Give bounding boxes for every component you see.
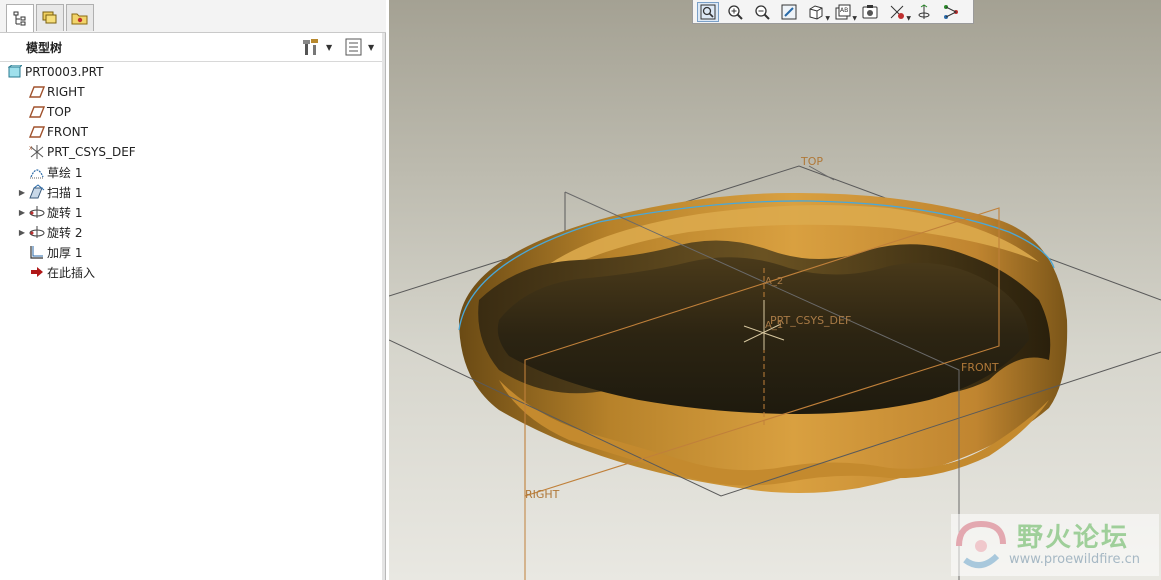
chevron-down-icon: ▼ <box>906 14 911 22</box>
right-plane-label[interactable]: RIGHT <box>525 488 559 501</box>
tree-item-revolve-2[interactable]: ▶ 旋转 2 <box>6 222 382 242</box>
panel-splitter[interactable] <box>382 33 385 580</box>
chevron-down-icon: ▼ <box>368 42 375 52</box>
axis-a1-label[interactable]: A_1 <box>765 320 783 331</box>
display-style-icon <box>862 4 878 18</box>
tree-columns-menu[interactable]: ▼ <box>344 36 374 58</box>
expand-arrow-icon[interactable]: ▶ <box>16 222 28 242</box>
sketch-icon <box>28 164 46 180</box>
model-scene <box>389 165 1161 580</box>
zoom-out-button[interactable] <box>751 2 773 22</box>
watermark-title: 野火论坛 <box>1017 523 1130 553</box>
expand-arrow-icon[interactable]: ▶ <box>16 202 28 222</box>
svg-text:X: X <box>29 146 33 152</box>
tree-item-sweep[interactable]: ▶ 扫描 1 <box>6 182 382 202</box>
datum-display-button[interactable]: ▼ <box>886 2 911 22</box>
graphics-viewport[interactable]: TOP FRONT RIGHT PRT_CSYS_DEF A_2 A_1 ▼ A… <box>389 0 1161 580</box>
tree-item-csys[interactable]: X PRT_CSYS_DEF <box>6 142 382 162</box>
layers-icon <box>42 11 57 24</box>
repaint-icon <box>781 4 797 19</box>
tree-item-label: FRONT <box>47 125 88 139</box>
model-tree-icon <box>13 11 26 25</box>
navigator-panel: 模型树 ▼ ▼ PRT0003.PRT RIGHT TOP FRONT X PR… <box>0 0 386 580</box>
expand-arrow-icon[interactable]: ▶ <box>16 182 28 202</box>
datum-plane-icon <box>28 84 46 100</box>
svg-text:AB: AB <box>840 7 848 14</box>
axis-a2-label[interactable]: A_2 <box>765 276 783 287</box>
tree-item-thicken[interactable]: 加厚 1 <box>6 242 382 262</box>
zoom-out-icon <box>755 4 770 20</box>
model-tree-title: 模型树 <box>26 41 63 55</box>
datum-display-icon <box>890 5 904 19</box>
tab-model-tree[interactable] <box>6 4 34 32</box>
chevron-down-icon: ▼ <box>852 14 857 22</box>
front-plane-label[interactable]: FRONT <box>961 361 999 374</box>
revolve-icon <box>28 224 46 240</box>
saved-orientations-icon <box>809 4 823 20</box>
tree-settings-icon <box>303 39 318 55</box>
chevron-down-icon: ▼ <box>326 42 333 52</box>
part-icon <box>6 64 24 80</box>
tree-settings-menu[interactable]: ▼ <box>302 36 332 58</box>
watermark-url: www.proewildfire.cn <box>1009 552 1140 567</box>
forum-logo-icon <box>956 520 1006 569</box>
csys-icon: X <box>28 144 46 160</box>
zoom-in-button[interactable] <box>724 2 746 22</box>
tree-item-insert-here[interactable]: 在此插入 <box>6 262 382 282</box>
model-tree-header: 模型树 ▼ ▼ <box>0 33 382 62</box>
forum-watermark: 野火论坛 www.proewildfire.cn <box>951 514 1159 576</box>
tree-item-label: 在此插入 <box>47 265 96 280</box>
refit-button[interactable] <box>697 1 719 22</box>
tree-item-label: 旋转 1 <box>47 205 83 220</box>
tree-item-revolve-1[interactable]: ▶ 旋转 1 <box>6 202 382 222</box>
display-style-button[interactable] <box>859 2 881 22</box>
saved-orientations-button[interactable]: ▼ <box>805 2 830 22</box>
refit-icon <box>700 4 716 19</box>
revolve-icon <box>28 204 46 220</box>
spin-center-icon <box>918 3 930 19</box>
view-manager-button[interactable]: AB ▼ <box>832 2 857 22</box>
tree-item-label: TOP <box>47 105 72 119</box>
view-manager-icon: AB <box>835 4 851 19</box>
tree-item-label: PRT_CSYS_DEF <box>47 145 136 159</box>
tree-item-right-plane[interactable]: RIGHT <box>6 82 382 102</box>
model-tree: PRT0003.PRT RIGHT TOP FRONT X PRT_CSYS_D… <box>6 62 382 282</box>
tree-item-front-plane[interactable]: FRONT <box>6 122 382 142</box>
navigator-tab-strip <box>0 0 386 33</box>
tree-item-top-plane[interactable]: TOP <box>6 102 382 122</box>
tree-item-label: 旋转 2 <box>47 225 83 240</box>
spin-center-button[interactable] <box>913 2 935 22</box>
tree-item-label: 扫描 1 <box>47 185 83 200</box>
tree-item-label: PRT0003.PRT <box>25 65 104 79</box>
datum-plane-icon <box>28 104 46 120</box>
datum-plane-icon <box>28 124 46 140</box>
tree-item-label: 加厚 1 <box>47 245 83 260</box>
tree-item-sketch[interactable]: 草绘 1 <box>6 162 382 182</box>
favorites-folder-icon <box>71 13 88 25</box>
sweep-icon <box>28 184 46 200</box>
tab-favorites[interactable] <box>66 4 94 31</box>
tree-item-label: 草绘 1 <box>47 165 83 180</box>
insert-here-icon <box>28 264 46 280</box>
thicken-icon <box>28 244 46 260</box>
tree-columns-icon <box>345 38 362 56</box>
top-plane-label[interactable]: TOP <box>801 155 823 168</box>
chevron-down-icon: ▼ <box>825 14 830 22</box>
repaint-button[interactable] <box>778 2 800 22</box>
annotation-display-icon <box>944 4 958 19</box>
view-toolbar: ▼ AB ▼ ▼ <box>692 0 974 24</box>
zoom-in-icon <box>728 4 743 20</box>
tree-item-label: RIGHT <box>47 85 85 99</box>
tree-item-part[interactable]: PRT0003.PRT <box>6 62 382 82</box>
annotation-display-button[interactable] <box>940 2 962 22</box>
tab-layers[interactable] <box>36 4 64 31</box>
